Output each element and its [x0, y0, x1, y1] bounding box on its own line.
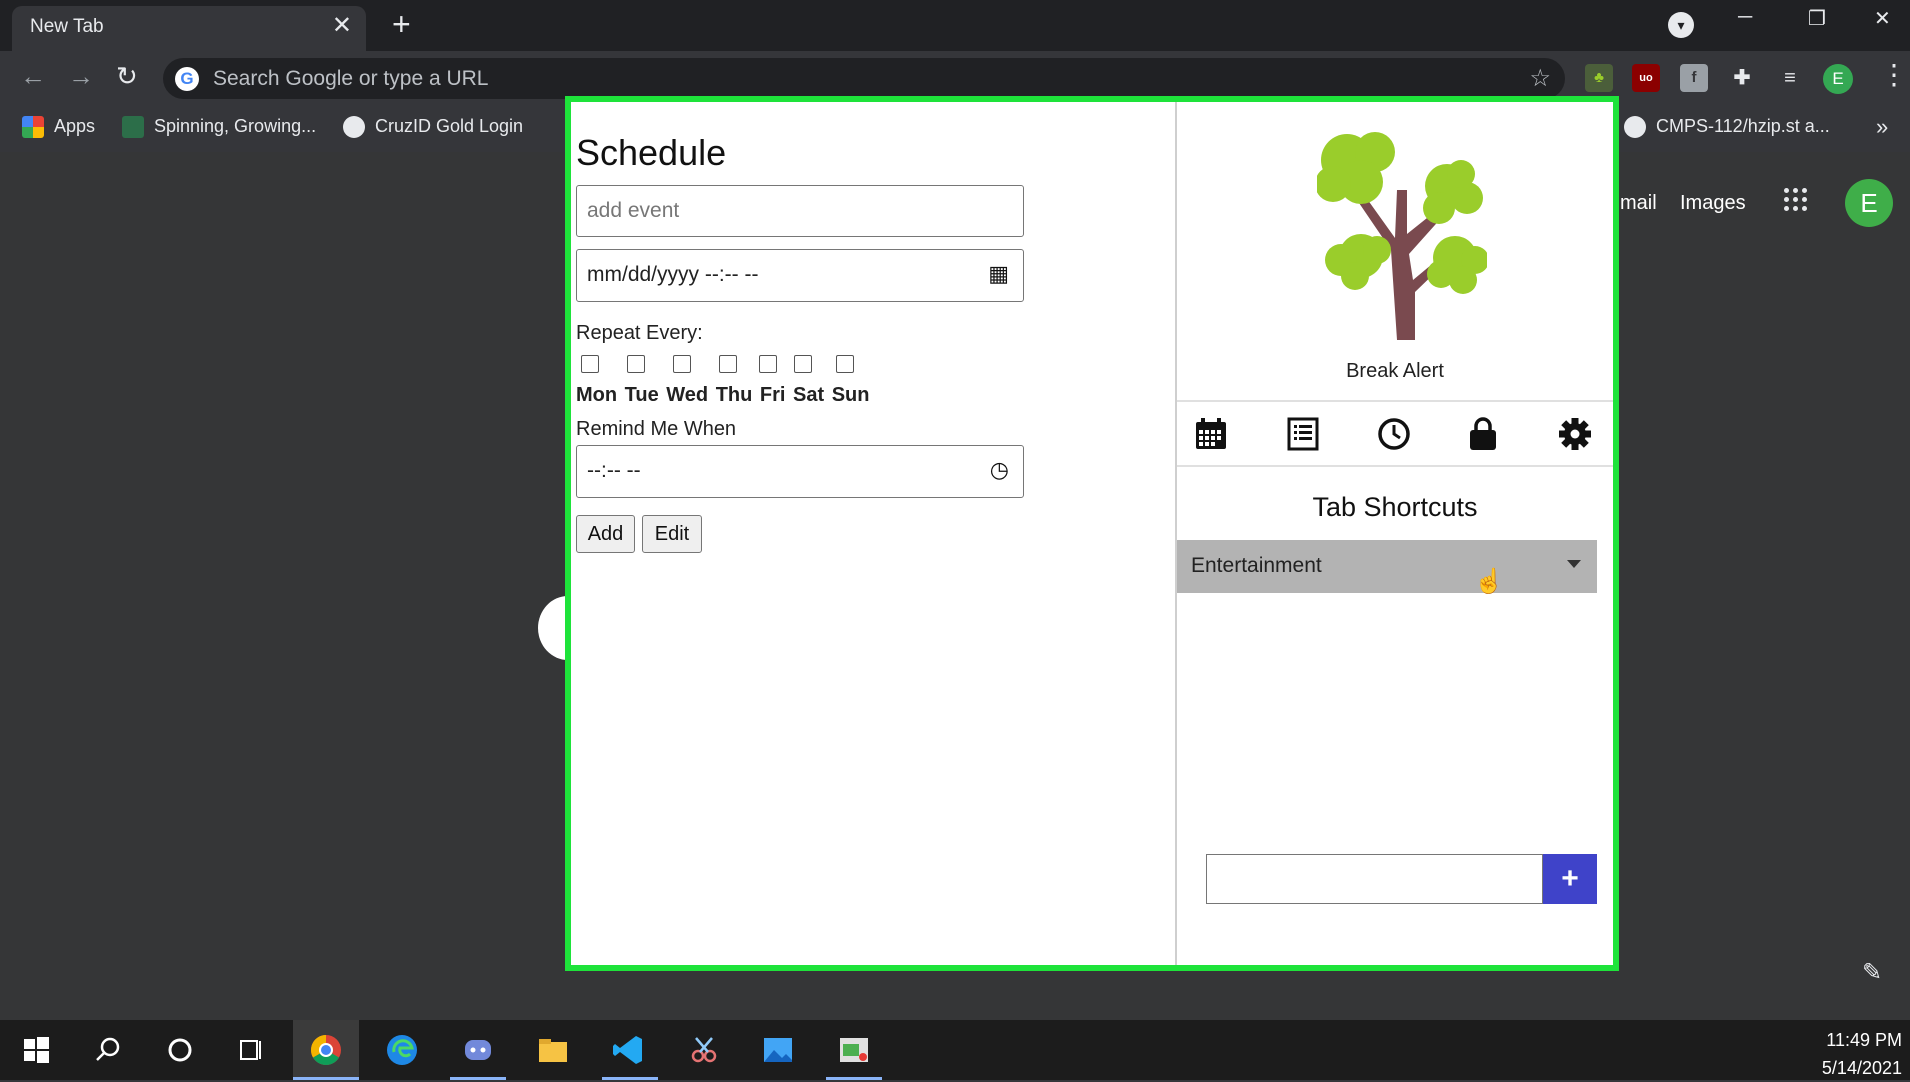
dropdown-selected: Entertainment — [1191, 554, 1322, 577]
divider — [1177, 465, 1613, 467]
tree-extension-icon[interactable]: ♣ — [1585, 64, 1613, 92]
forward-icon[interactable]: → — [68, 63, 94, 89]
minimize-icon[interactable]: ─ — [1738, 6, 1752, 29]
datetime-input[interactable]: mm/dd/yyyy --:-- -- ▦ — [576, 249, 1024, 302]
taskbar-app-icon[interactable] — [836, 1032, 872, 1068]
search-icon[interactable] — [90, 1032, 126, 1068]
media-queue-icon[interactable]: ≡ — [1776, 64, 1804, 92]
google-apps-icon[interactable] — [1784, 188, 1808, 212]
extensions-puzzle-icon[interactable]: ✚ — [1728, 64, 1756, 92]
weekday-labels: Mon Tue Wed Thu Fri Sat Sun — [576, 384, 870, 406]
checkbox-fri[interactable] — [759, 355, 777, 373]
add-event-input[interactable]: add event — [576, 185, 1024, 237]
vscode-icon[interactable] — [610, 1032, 646, 1068]
dropdown-caret-icon — [1567, 560, 1581, 568]
extension-f-icon[interactable]: f — [1680, 64, 1708, 92]
bookmark-cruzid[interactable]: CruzID Gold Login — [343, 116, 523, 139]
chrome-icon[interactable] — [308, 1032, 344, 1068]
add-button[interactable]: Add — [576, 515, 635, 553]
bookmark-apps[interactable]: Apps — [22, 116, 95, 139]
gmail-link[interactable]: mail — [1620, 192, 1657, 215]
site-icon — [122, 116, 144, 139]
gear-icon[interactable] — [1557, 416, 1593, 452]
bookmark-cmps112[interactable]: CMPS-112/hzip.st a... — [1624, 116, 1830, 139]
edit-button[interactable]: Edit — [642, 515, 702, 553]
more-bookmarks-icon[interactable]: » — [1876, 114, 1888, 140]
checkbox-tue[interactable] — [627, 355, 645, 373]
calendar-icon[interactable] — [1193, 416, 1229, 452]
windows-taskbar: 11:49 PM 5/14/2021 — [0, 1020, 1910, 1080]
apps-grid-icon — [22, 116, 44, 139]
checkbox-thu[interactable] — [719, 355, 737, 373]
hand-cursor-icon: ☝ — [1474, 568, 1504, 595]
github-icon — [1624, 116, 1646, 139]
repeat-label: Repeat Every: — [576, 322, 703, 344]
reload-icon[interactable]: ↻ — [116, 63, 138, 89]
discord-icon[interactable] — [460, 1032, 496, 1068]
omnibox[interactable]: G Search Google or type a URL ☆ — [163, 58, 1565, 99]
back-icon[interactable]: ← — [20, 63, 46, 89]
close-tab-icon[interactable]: ✕ — [332, 14, 352, 38]
omnibox-placeholder: Search Google or type a URL — [213, 67, 489, 90]
extension-popup: Schedule add event mm/dd/yyyy --:-- -- ▦… — [565, 96, 1619, 971]
cortana-icon[interactable] — [162, 1032, 198, 1068]
google-icon: G — [175, 67, 199, 91]
tree-logo-icon — [1317, 132, 1487, 340]
profile-avatar[interactable]: E — [1823, 64, 1853, 94]
snipping-tool-icon[interactable] — [686, 1032, 722, 1068]
calendar-picker-icon[interactable]: ▦ — [988, 261, 1009, 287]
task-view-icon[interactable] — [234, 1032, 270, 1068]
tab-search-icon[interactable]: ▾ — [1668, 12, 1694, 38]
new-tab-button[interactable]: + — [392, 8, 411, 40]
schedule-pane: Schedule add event mm/dd/yyyy --:-- -- ▦… — [571, 102, 1177, 965]
globe-icon — [343, 116, 365, 139]
remind-label: Remind Me When — [576, 418, 737, 440]
ublock-icon[interactable]: uo — [1632, 64, 1660, 92]
clock-time: 11:49 PM — [1826, 1030, 1902, 1050]
checkbox-sun[interactable] — [836, 355, 854, 373]
chrome-menu-icon[interactable]: ⋮ — [1880, 61, 1908, 89]
tab-title: New Tab — [30, 16, 104, 37]
lock-icon[interactable] — [1465, 416, 1501, 452]
edge-icon[interactable] — [384, 1032, 420, 1068]
checkbox-wed[interactable] — [673, 355, 691, 373]
shortcut-url-input[interactable] — [1206, 854, 1543, 904]
photos-icon[interactable] — [760, 1032, 796, 1068]
bookmark-star-icon[interactable]: ☆ — [1529, 64, 1551, 93]
tab-strip: New Tab ✕ + ▾ ─ ❐ ✕ — [0, 0, 1910, 51]
tab-shortcuts-title: Tab Shortcuts — [1312, 492, 1478, 522]
list-icon[interactable] — [1285, 416, 1321, 452]
customize-pencil-icon[interactable]: ✎ — [1862, 958, 1882, 987]
add-shortcut-button[interactable]: + — [1543, 854, 1597, 904]
checkbox-sat[interactable] — [794, 355, 812, 373]
clock-icon[interactable] — [1376, 416, 1412, 452]
shortcut-category-dropdown[interactable]: Entertainment — [1177, 540, 1597, 593]
window-close-icon[interactable]: ✕ — [1874, 6, 1891, 31]
images-link[interactable]: Images — [1680, 192, 1746, 215]
system-clock[interactable]: 11:49 PM 5/14/2021 — [1822, 1026, 1902, 1082]
break-alert-title: Break Alert — [1346, 360, 1444, 382]
file-explorer-icon[interactable] — [535, 1032, 571, 1068]
clock-date: 5/14/2021 — [1821, 1058, 1902, 1078]
remind-time-input[interactable]: --:-- -- ◷ — [576, 445, 1024, 498]
windows-start-icon[interactable] — [18, 1032, 54, 1068]
divider — [1177, 400, 1613, 402]
restore-icon[interactable]: ❐ — [1808, 6, 1826, 31]
account-avatar[interactable]: E — [1845, 179, 1893, 227]
bookmark-spinning-growing[interactable]: Spinning, Growing... — [122, 116, 316, 139]
break-alert-pane: Break Alert Tab Shortcuts Entertainment … — [1177, 102, 1613, 965]
clock-picker-icon[interactable]: ◷ — [990, 457, 1009, 483]
tab-new-tab[interactable]: New Tab ✕ — [12, 6, 366, 51]
schedule-title: Schedule — [576, 132, 727, 173]
checkbox-mon[interactable] — [581, 355, 599, 373]
